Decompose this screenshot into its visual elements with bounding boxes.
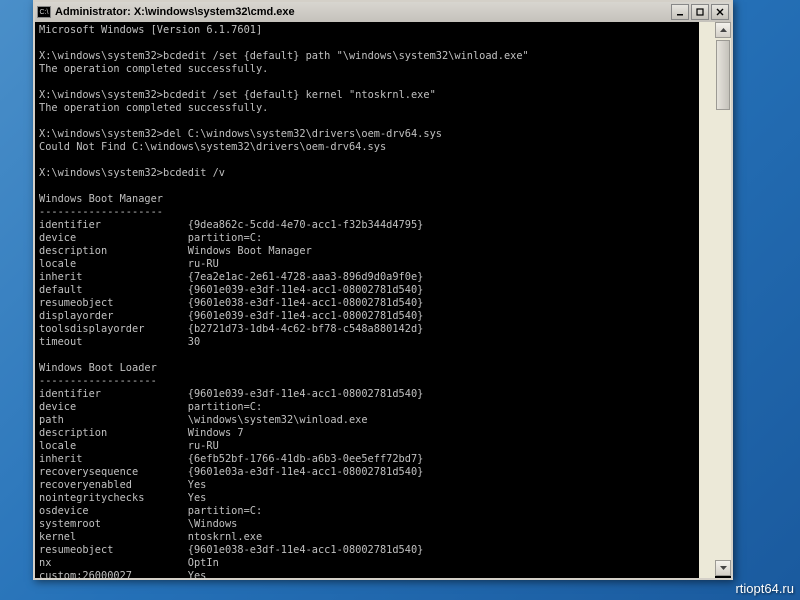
- bm-inherit: inherit {7ea2e1ac-2e61-4728-aaa3-896d9d0…: [39, 271, 423, 283]
- bm-timeout: timeout 30: [39, 336, 200, 348]
- minimize-button[interactable]: [671, 4, 689, 20]
- version-line: Microsoft Windows [Version 6.1.7601]: [39, 24, 262, 36]
- prompt: X:\windows\system32>: [39, 50, 163, 62]
- scroll-down-button[interactable]: [715, 560, 731, 576]
- window-title: Administrator: X:\windows\system32\cmd.e…: [55, 6, 671, 18]
- bm-device: device partition=C:: [39, 232, 262, 244]
- bm-locale: locale ru-RU: [39, 258, 219, 270]
- cmd-window: C:\ Administrator: X:\windows\system32\c…: [33, 0, 733, 580]
- cmd-icon-text: C:\: [40, 9, 49, 16]
- rule: --------------------: [39, 206, 163, 218]
- cmd3: del C:\windows\system32\drivers\oem-drv6…: [163, 128, 442, 140]
- bl-inherit: inherit {6efb52bf-1766-41db-a6b3-0ee5eff…: [39, 453, 423, 465]
- bl-path: path \windows\system32\winload.exe: [39, 414, 368, 426]
- prompt: X:\windows\system32>: [39, 128, 163, 140]
- bm-displayorder: displayorder {9601e039-e3df-11e4-acc1-08…: [39, 310, 423, 322]
- cmd4: bcdedit /v: [163, 167, 225, 179]
- bl-kernel: kernel ntoskrnl.exe: [39, 531, 262, 543]
- maximize-button[interactable]: [691, 4, 709, 20]
- bm-description: description Windows Boot Manager: [39, 245, 312, 257]
- prompt: X:\windows\system32>: [39, 89, 163, 101]
- bl-nx: nx OptIn: [39, 557, 219, 569]
- chevron-down-icon: [720, 566, 727, 570]
- bl-custom: custom:26000027 Yes: [39, 570, 206, 578]
- bl-nointegritychecks: nointegritychecks Yes: [39, 492, 206, 504]
- watermark: rtiopt64.ru: [735, 581, 794, 596]
- titlebar[interactable]: C:\ Administrator: X:\windows\system32\c…: [35, 2, 731, 22]
- scroll-thumb[interactable]: [716, 40, 730, 110]
- scroll-up-button[interactable]: [715, 22, 731, 38]
- bm-resumeobject: resumeobject {9601e038-e3df-11e4-acc1-08…: [39, 297, 423, 309]
- maximize-icon: [696, 8, 704, 16]
- cmd1: bcdedit /set {default} path "\windows\sy…: [163, 50, 529, 62]
- cmd3-result: Could Not Find C:\windows\system32\drive…: [39, 141, 386, 153]
- bm-toolsdisplayorder: toolsdisplayorder {b2721d73-1db4-4c62-bf…: [39, 323, 423, 335]
- rule: -------------------: [39, 375, 157, 387]
- bl-locale: locale ru-RU: [39, 440, 219, 452]
- cmd2-result: The operation completed successfully.: [39, 102, 268, 114]
- bl-recoveryenabled: recoveryenabled Yes: [39, 479, 206, 491]
- prompt: X:\windows\system32>: [39, 167, 163, 179]
- bm-default: default {9601e039-e3df-11e4-acc1-0800278…: [39, 284, 423, 296]
- cmd2: bcdedit /set {default} kernel "ntoskrnl.…: [163, 89, 436, 101]
- bl-systemroot: systemroot \Windows: [39, 518, 237, 530]
- bl-identifier: identifier {9601e039-e3df-11e4-acc1-0800…: [39, 388, 423, 400]
- console-output[interactable]: Microsoft Windows [Version 6.1.7601] X:\…: [35, 22, 715, 578]
- bl-osdevice: osdevice partition=C:: [39, 505, 262, 517]
- bl-recoverysequence: recoverysequence {9601e03a-e3df-11e4-acc…: [39, 466, 423, 478]
- scrollbar[interactable]: [715, 22, 731, 576]
- cmd1-result: The operation completed successfully.: [39, 63, 268, 75]
- section-boot-loader: Windows Boot Loader: [39, 362, 157, 374]
- minimize-icon: [676, 8, 684, 16]
- section-boot-manager: Windows Boot Manager: [39, 193, 163, 205]
- bl-resumeobject: resumeobject {9601e038-e3df-11e4-acc1-08…: [39, 544, 423, 556]
- chevron-up-icon: [720, 28, 727, 32]
- close-button[interactable]: [711, 4, 729, 20]
- window-controls: [671, 4, 729, 20]
- bl-description: description Windows 7: [39, 427, 244, 439]
- bm-identifier: identifier {9dea862c-5cdd-4e70-acc1-f32b…: [39, 219, 423, 231]
- cmd-icon: C:\: [37, 6, 51, 18]
- close-icon: [716, 8, 724, 16]
- bl-device: device partition=C:: [39, 401, 262, 413]
